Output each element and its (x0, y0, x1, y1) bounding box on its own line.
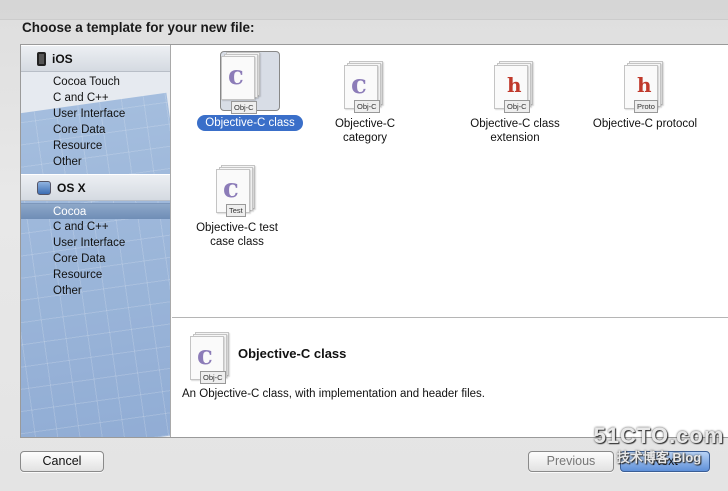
sheet-title: Choose a template for your new file: (22, 20, 255, 35)
sidebar-item-ios-c-and-cpp[interactable]: C and C++ (21, 90, 170, 106)
template-objc-category[interactable]: c Obj-C Objective-C category (300, 61, 430, 145)
objc-class-file-icon: c Obj-C (220, 51, 280, 114)
mac-icon (37, 180, 51, 195)
sidebar-item-ios-user-interface[interactable]: User Interface (21, 106, 170, 122)
sidebar-section-ios[interactable]: iOS (21, 45, 170, 72)
platform-sidebar: iOS Cocoa Touch C and C++ User Interface… (21, 45, 171, 437)
template-label: Objective-C class extension (470, 118, 560, 144)
sidebar-item-ios-cocoa-touch[interactable]: Cocoa Touch (21, 74, 170, 90)
template-objc-class[interactable]: c Obj-C Objective-C class (185, 51, 315, 131)
sidebar-item-ios-other[interactable]: Other (21, 154, 170, 170)
objc-extension-file-icon: h Obj-C (494, 61, 536, 113)
sidebar-item-osx-core-data[interactable]: Core Data (21, 251, 170, 267)
template-chooser-panel: iOS Cocoa Touch C and C++ User Interface… (20, 44, 728, 438)
objc-category-file-icon: c Obj-C (344, 61, 386, 113)
template-grid: c Obj-C Objective-C class c Obj-C Object… (172, 45, 728, 317)
sidebar-item-osx-c-and-cpp[interactable]: C and C++ (21, 219, 170, 235)
sidebar-item-ios-core-data[interactable]: Core Data (21, 122, 170, 138)
sidebar-item-ios-resource[interactable]: Resource (21, 138, 170, 154)
template-objc-test-case[interactable]: c Test Objective-C test case class (172, 165, 302, 249)
objc-class-file-icon: c Obj-C (190, 332, 232, 384)
template-objc-protocol[interactable]: h Proto Objective-C protocol (580, 61, 710, 131)
iphone-icon (37, 51, 46, 66)
sidebar-item-osx-other[interactable]: Other (21, 283, 170, 299)
template-detail-pane: c Obj-C Objective-C class An Objective-C… (172, 317, 728, 437)
template-label: Objective-C class (197, 115, 303, 131)
detail-title: Objective-C class (238, 346, 347, 361)
sidebar-item-osx-resource[interactable]: Resource (21, 267, 170, 283)
sidebar-section-osx[interactable]: OS X (21, 174, 170, 201)
cancel-button[interactable]: Cancel (20, 451, 104, 472)
sidebar-item-osx-cocoa[interactable]: Cocoa (21, 203, 170, 219)
template-label: Objective-C protocol (592, 118, 698, 130)
detail-description: An Objective-C class, with implementatio… (182, 388, 485, 400)
sidebar-section-label: iOS (52, 51, 73, 66)
template-label: Objective-C test case class (196, 222, 278, 248)
objc-test-file-icon: c Test (216, 165, 258, 217)
sidebar-item-osx-user-interface[interactable]: User Interface (21, 235, 170, 251)
template-objc-class-extension[interactable]: h Obj-C Objective-C class extension (450, 61, 580, 145)
template-label: Objective-C category (334, 118, 396, 144)
objc-protocol-file-icon: h Proto (624, 61, 666, 113)
sidebar-section-label: OS X (57, 180, 86, 195)
watermark: 51CTO.com 技术博客 Blog (593, 423, 725, 465)
